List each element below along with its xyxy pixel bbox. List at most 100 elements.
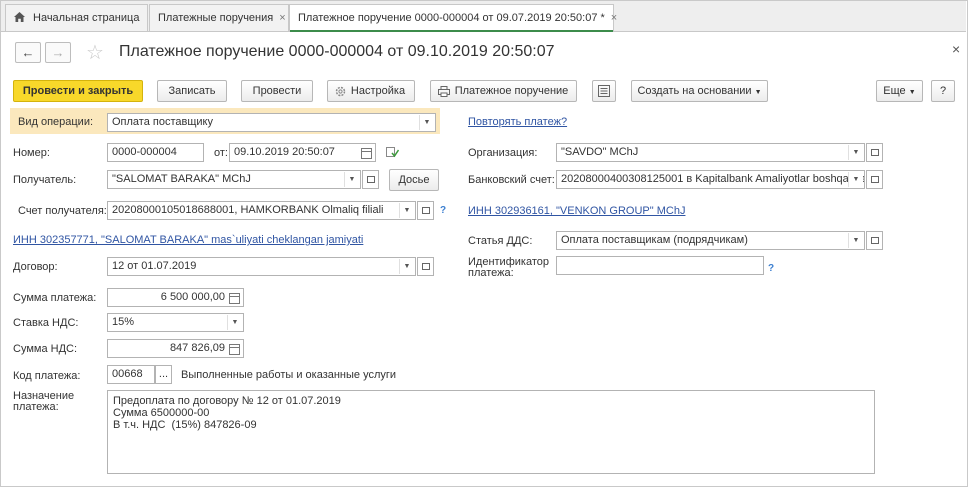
dropdown-icon[interactable]: ▼ xyxy=(419,115,434,130)
vat-sum-label: Сумма НДС: xyxy=(13,343,78,355)
sum-label: Сумма платежа: xyxy=(13,292,97,304)
arrow-left-icon: ← xyxy=(21,45,35,60)
vat-rate-label: Ставка НДС: xyxy=(13,317,79,329)
help-button[interactable]: ? xyxy=(931,80,955,102)
inn-organization-link[interactable]: ИНН 302936161, "VENKON GROUP" MChJ xyxy=(468,205,685,217)
purpose-label: Назначение платежа: xyxy=(13,390,75,413)
purpose-line: В т.ч. НДС (15%) 847826-09 xyxy=(113,419,257,431)
more-label: Еще xyxy=(883,85,906,97)
date-value: 09.10.2019 20:50:07 xyxy=(234,146,335,158)
bank-account-label: Банковский счет: xyxy=(468,174,555,186)
contract-value: 12 от 01.07.2019 xyxy=(112,260,197,272)
tab-payment-order-active[interactable]: Платежное поручение 0000-000004 от 09.07… xyxy=(289,4,617,32)
calendar-icon[interactable] xyxy=(361,148,372,159)
settings-button[interactable]: Настройка xyxy=(327,80,415,102)
close-form-icon[interactable]: × xyxy=(952,41,960,57)
calculator-icon[interactable] xyxy=(229,293,240,304)
tab-home-label: Начальная страница xyxy=(33,12,140,24)
active-tab-indicator xyxy=(290,30,613,32)
dropdown-icon[interactable]: ▼ xyxy=(344,172,359,187)
post-and-close-button[interactable]: Провести и закрыть xyxy=(13,80,143,102)
tab-home[interactable]: Начальная страница xyxy=(5,4,148,31)
dropdown-icon[interactable]: ▼ xyxy=(227,315,242,330)
organization-value: "SAVDO" MChJ xyxy=(561,146,639,158)
vat-sum-input[interactable]: 847 826,09 xyxy=(107,339,244,358)
print-label: Платежное поручение xyxy=(454,85,569,97)
repeat-payment-link[interactable]: Повторять платеж? xyxy=(468,116,567,128)
operation-select[interactable]: Оплата поставщику ▼ xyxy=(107,113,436,132)
open-dds-icon[interactable] xyxy=(866,231,883,250)
open-organization-icon[interactable] xyxy=(866,143,883,162)
tab-bar: Начальная страница Платежные поручения × … xyxy=(1,1,966,32)
gear-icon xyxy=(335,86,346,97)
organization-label: Организация: xyxy=(468,147,538,159)
number-label: Номер: xyxy=(13,147,50,159)
dropdown-icon[interactable]: ▼ xyxy=(848,172,863,187)
date-label: от: xyxy=(214,147,228,159)
vat-rate-value: 15% xyxy=(112,316,135,328)
purpose-textarea[interactable]: Предоплата по договору № 12 от 01.07.201… xyxy=(107,390,875,474)
close-icon[interactable]: × xyxy=(279,12,285,24)
contract-label: Договор: xyxy=(13,261,58,273)
number-input[interactable]: 0000-000004 xyxy=(107,143,204,162)
arrow-right-icon: → xyxy=(51,45,65,60)
vat-rate-select[interactable]: 15% ▼ xyxy=(107,313,244,332)
code-description: Выполненные работы и оказанные услуги xyxy=(181,369,397,381)
inn-recipient-link[interactable]: ИНН 302357771, "SALOMAT BARAKA" mas`uliy… xyxy=(13,234,363,246)
recipient-value: "SALOMAT BARAKA" MChJ xyxy=(112,173,251,185)
tab-payment-orders[interactable]: Платежные поручения × xyxy=(149,4,289,31)
document-structure-button[interactable] xyxy=(592,80,616,102)
printer-icon xyxy=(438,86,450,97)
more-button[interactable]: Еще ▼ xyxy=(876,80,923,102)
create-based-label: Создать на основании xyxy=(637,85,752,97)
dossier-button[interactable]: Досье xyxy=(389,169,439,191)
close-icon[interactable]: × xyxy=(611,12,617,24)
back-button[interactable]: ← xyxy=(15,42,41,63)
dds-value: Оплата поставщикам (подрядчикам) xyxy=(561,234,748,246)
open-contract-icon[interactable] xyxy=(417,257,434,276)
dropdown-icon[interactable]: ▼ xyxy=(399,259,414,274)
open-recipient-icon[interactable] xyxy=(362,170,379,189)
check-icon[interactable] xyxy=(386,147,399,158)
dropdown-icon[interactable]: ▼ xyxy=(848,145,863,160)
sum-input[interactable]: 6 500 000,00 xyxy=(107,288,244,307)
post-button[interactable]: Провести xyxy=(241,80,313,102)
settings-label: Настройка xyxy=(350,85,406,97)
recipient-select[interactable]: "SALOMAT BARAKA" MChJ ▼ xyxy=(107,170,361,189)
vat-sum-value: 847 826,09 xyxy=(169,342,225,354)
dds-label: Статья ДДС: xyxy=(468,235,533,247)
save-button[interactable]: Записать xyxy=(157,80,227,102)
organization-select[interactable]: "SAVDO" MChJ ▼ xyxy=(556,143,865,162)
print-payment-order-button[interactable]: Платежное поручение xyxy=(430,80,577,102)
dropdown-icon[interactable]: ▼ xyxy=(399,203,414,218)
payment-id-label: Идентификатор платежа: xyxy=(468,256,549,279)
structure-icon xyxy=(598,85,610,97)
date-input[interactable]: 09.10.2019 20:50:07 xyxy=(229,143,376,162)
star-icon[interactable]: ☆ xyxy=(86,40,104,65)
page-title: Платежное поручение 0000-000004 от 09.10… xyxy=(119,43,555,60)
chevron-down-icon: ▼ xyxy=(754,89,762,96)
payment-id-input[interactable] xyxy=(556,256,764,275)
code-input[interactable]: 00668 xyxy=(107,365,155,384)
calculator-icon[interactable] xyxy=(229,344,240,355)
code-select-button[interactable]: ... xyxy=(155,365,172,384)
create-based-on-button[interactable]: Создать на основании ▼ xyxy=(631,80,768,102)
purpose-line: Предоплата по договору № 12 от 01.07.201… xyxy=(113,395,341,407)
code-label: Код платежа: xyxy=(13,370,81,382)
chevron-down-icon: ▼ xyxy=(908,89,916,96)
help-icon[interactable]: ? xyxy=(768,263,774,274)
contract-select[interactable]: 12 от 01.07.2019 ▼ xyxy=(107,257,416,276)
home-icon xyxy=(14,12,25,22)
recipient-account-select[interactable]: 20208000105018688001, HAMKORBANK Olmaliq… xyxy=(107,201,416,220)
forward-button[interactable]: → xyxy=(45,42,71,63)
dropdown-icon[interactable]: ▼ xyxy=(848,233,863,248)
bank-account-select[interactable]: 20208000400308125001 в Kapitalbank Amali… xyxy=(556,170,865,189)
tab-payment-orders-label: Платежные поручения xyxy=(158,12,274,24)
open-recipient-account-icon[interactable] xyxy=(417,201,434,220)
help-icon[interactable]: ? xyxy=(440,205,446,216)
operation-value: Оплата поставщику xyxy=(112,116,213,128)
dds-select[interactable]: Оплата поставщикам (подрядчикам) ▼ xyxy=(556,231,865,250)
recipient-account-label: Счет получателя: xyxy=(18,205,107,217)
bank-account-value: 20208000400308125001 в Kapitalbank Amali… xyxy=(561,173,865,185)
open-bank-account-icon[interactable] xyxy=(866,170,883,189)
